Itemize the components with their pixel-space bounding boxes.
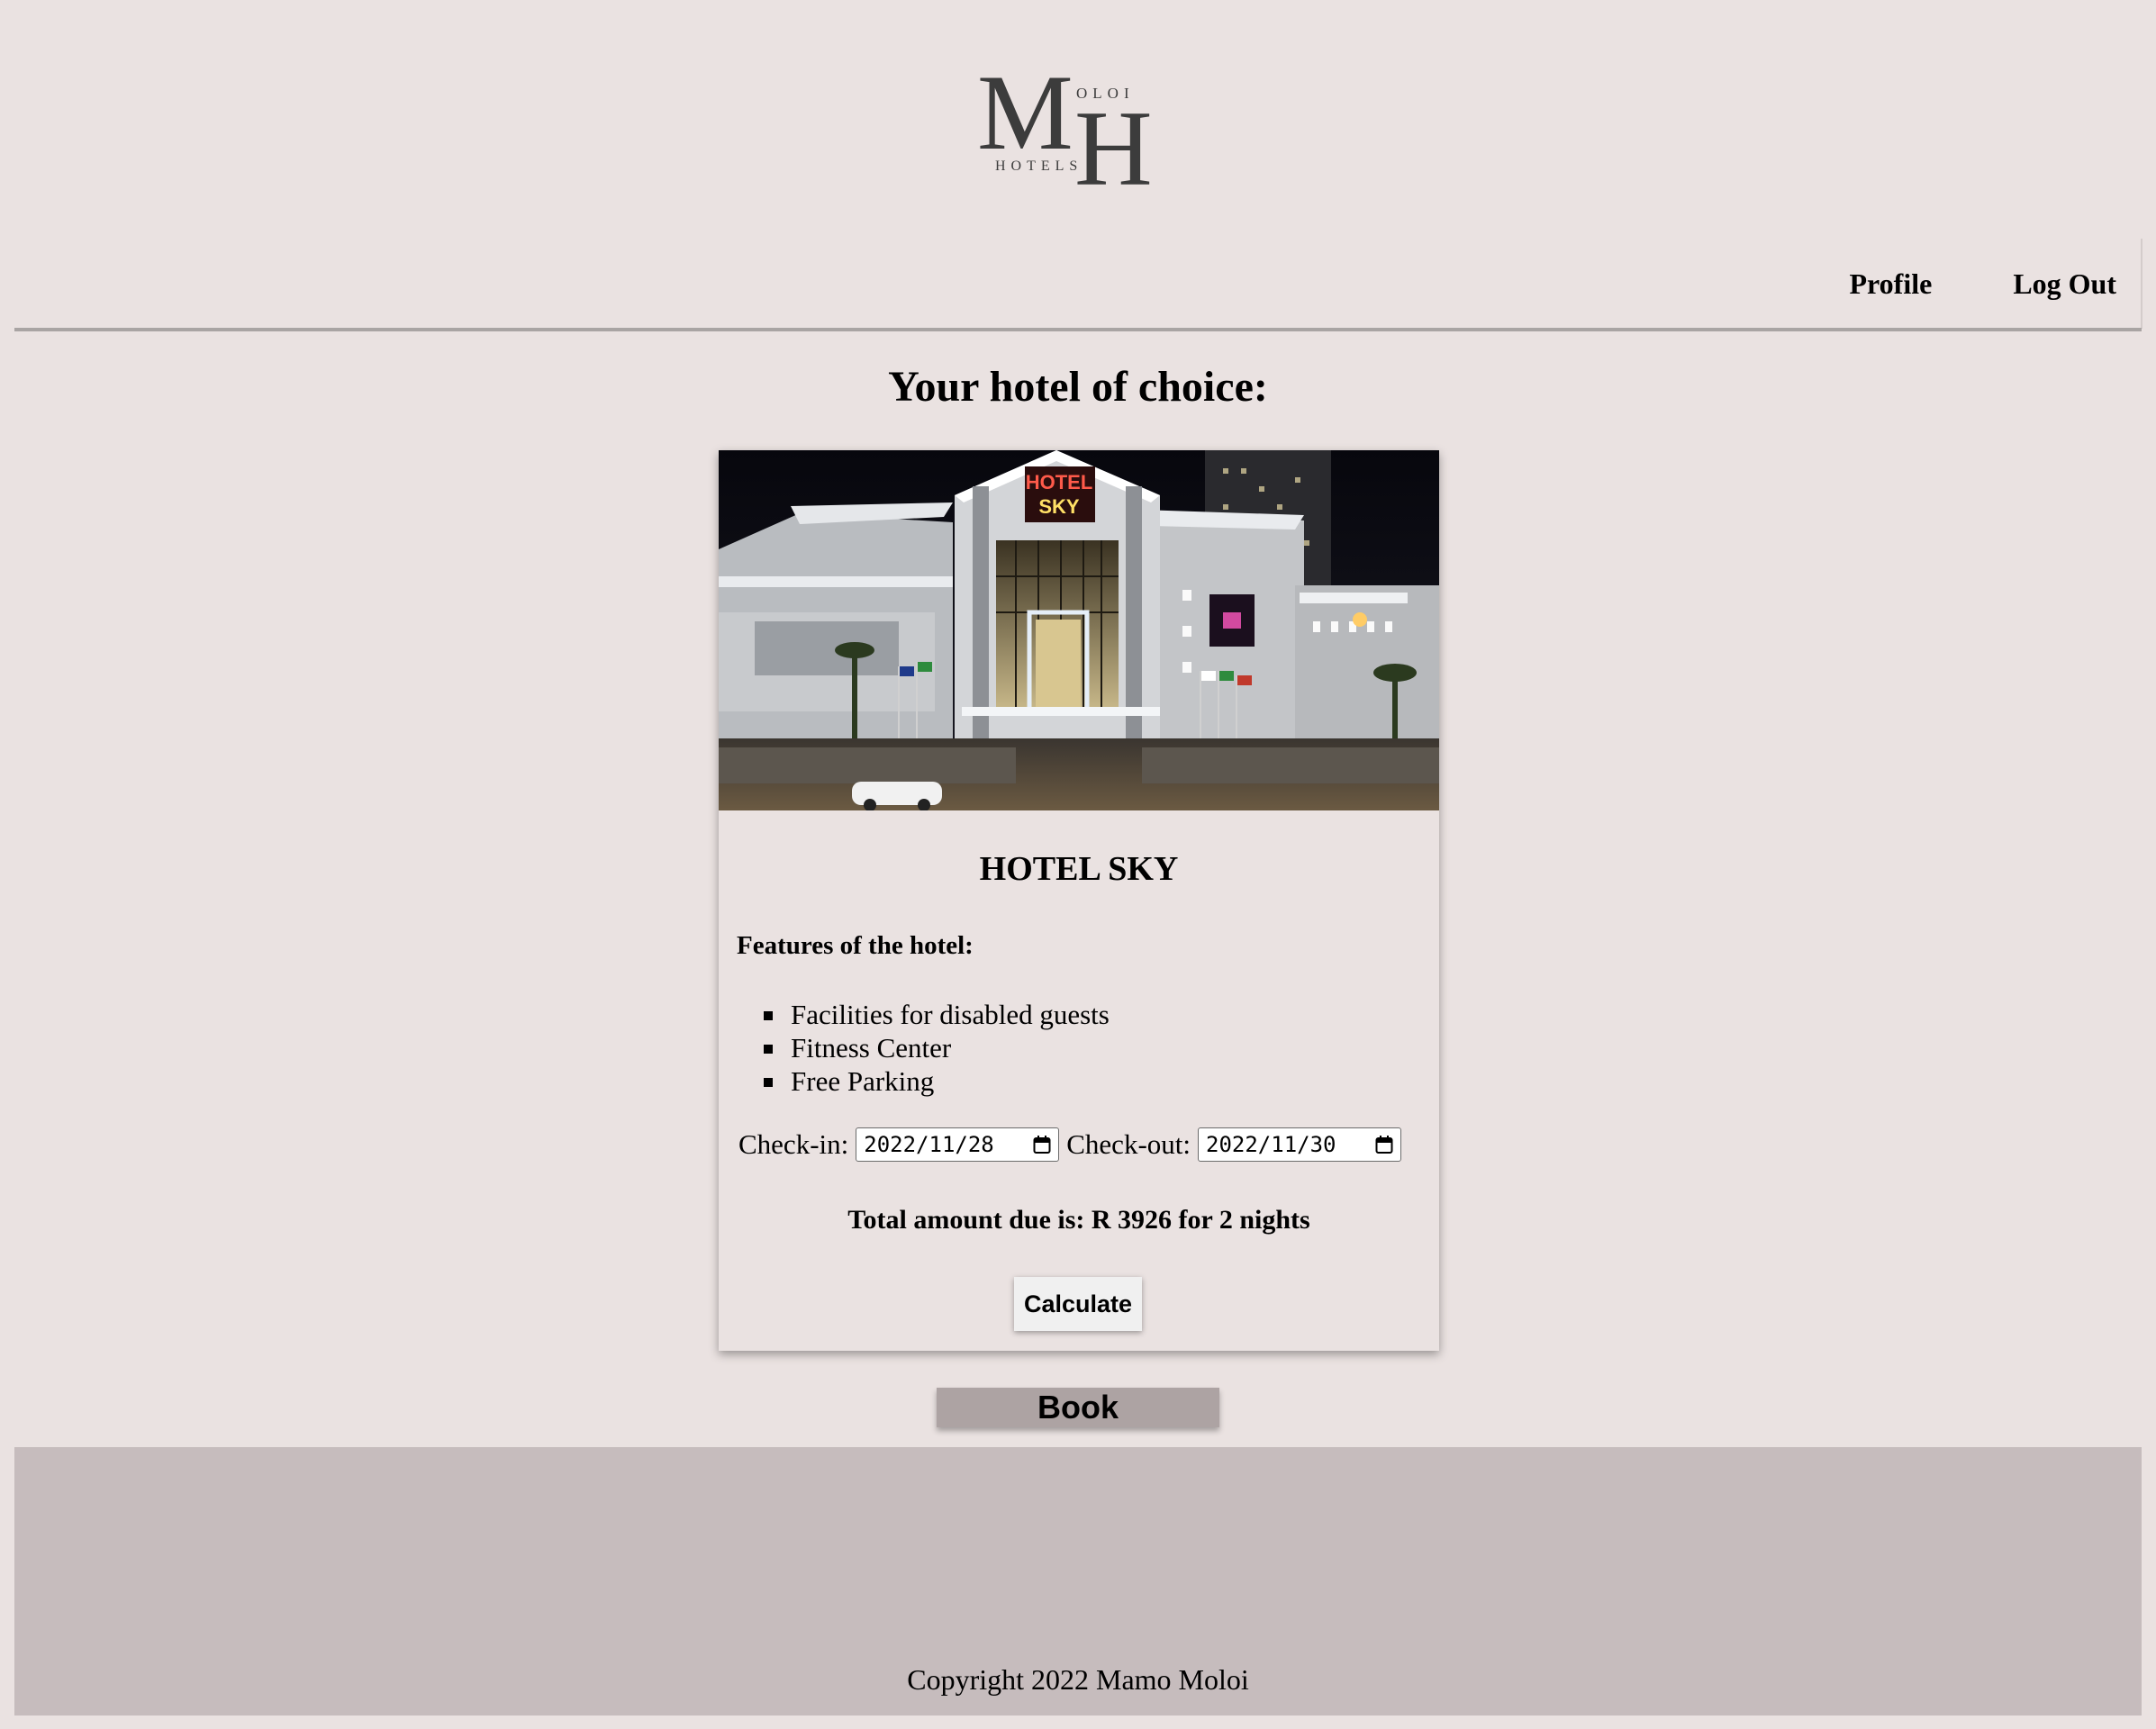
hotel-sign-line2: SKY	[1038, 495, 1080, 518]
checkout-date-input[interactable]: 2022/11/30	[1198, 1127, 1401, 1162]
date-selection: Check-in: 2022/11/28 Check-out: 2022/11/…	[738, 1127, 1409, 1162]
checkout-label: Check-out:	[1066, 1128, 1191, 1160]
checkin-label: Check-in:	[738, 1128, 849, 1160]
book-button[interactable]: Book	[937, 1388, 1219, 1427]
page-title: Your hotel of choice:	[888, 363, 1268, 411]
nav-edge-divider	[2141, 239, 2142, 329]
hotel-name: HOTEL SKY	[979, 850, 1179, 888]
total-amount: Total amount due is: R 3926 for 2 nights	[847, 1205, 1310, 1235]
checkin-date-value: 2022/11/28	[864, 1132, 994, 1157]
hotel-photo: HOTEL SKY	[719, 450, 1439, 810]
feature-item: Free Parking	[762, 1064, 1110, 1098]
logo-letter-m: M	[977, 52, 1073, 172]
checkout-date-value: 2022/11/30	[1206, 1132, 1336, 1157]
features-list: Facilities for disabled guests Fitness C…	[762, 998, 1110, 1098]
footer: Copyright 2022 Mamo Moloi	[14, 1447, 2142, 1715]
feature-item: Fitness Center	[762, 1031, 1110, 1064]
top-nav: Profile Log Out	[1769, 239, 2117, 329]
calendar-icon[interactable]	[1375, 1135, 1393, 1154]
copyright-text: Copyright 2022 Mamo Moloi	[907, 1663, 1249, 1696]
checkin-date-input[interactable]: 2022/11/28	[856, 1127, 1060, 1162]
logo-letter-h: H	[1074, 88, 1153, 208]
calendar-icon[interactable]	[1033, 1135, 1051, 1154]
calculate-button[interactable]: Calculate	[1014, 1277, 1142, 1331]
features-heading: Features of the hotel:	[737, 931, 974, 960]
nav-profile-link[interactable]: Profile	[1850, 267, 1933, 301]
hotel-sign-line1: HOTEL	[1026, 471, 1093, 493]
brand-logo: M OLOI H HOTELS	[977, 52, 1157, 208]
nav-divider	[14, 328, 2142, 331]
feature-item: Facilities for disabled guests	[762, 998, 1110, 1031]
logo-hotels-text: HOTELS	[995, 158, 1083, 174]
nav-logout-link[interactable]: Log Out	[2013, 267, 2116, 301]
